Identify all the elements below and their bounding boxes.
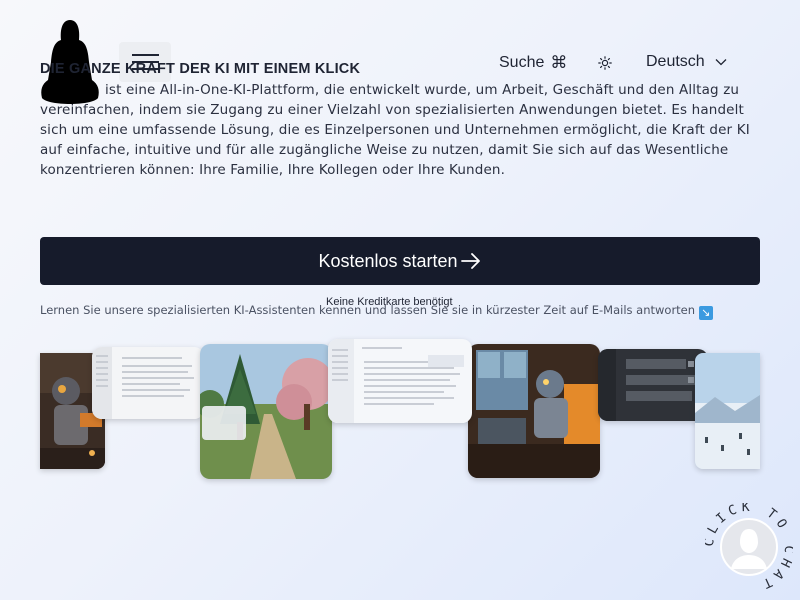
- chat-badge-graphic: CLICK TO CHAT: [702, 500, 792, 593]
- dark-screenshot-thumbnail: [598, 349, 708, 421]
- start-free-label: Kostenlos starten: [318, 250, 458, 271]
- forest-image-card[interactable]: [200, 344, 332, 479]
- assistant-screenshot-card[interactable]: [328, 339, 472, 423]
- language-select[interactable]: Deutsch: [646, 53, 727, 71]
- page-heading: DIE GANZE KRAFT DER KI MIT EINEM KLICK: [40, 61, 361, 77]
- app-screenshot-thumbnail: [92, 347, 204, 419]
- search-button[interactable]: Suche ⌘: [499, 53, 567, 73]
- assistant-screenshot-thumbnail: [328, 339, 472, 423]
- chat-badge-button[interactable]: CLICK TO CHAT: [702, 500, 793, 593]
- snow-landscape-illustration: [695, 353, 760, 469]
- language-label: Deutsch: [646, 53, 705, 70]
- arrow-down-right-icon: ↘: [698, 306, 713, 320]
- search-label: Suche: [499, 54, 545, 71]
- snow-landscape-image-card[interactable]: [695, 353, 760, 469]
- no-credit-card-note: Keine Kreditkarte benötigt: [326, 296, 453, 308]
- sun-icon: [598, 56, 612, 70]
- theme-toggle-button[interactable]: [596, 54, 614, 72]
- app-screenshot-card[interactable]: [92, 347, 204, 419]
- robot-workshop-illustration: [468, 344, 600, 478]
- start-free-button[interactable]: Kostenlos starten: [40, 237, 760, 285]
- dark-screenshot-card[interactable]: [598, 349, 708, 421]
- arrow-right-icon: [460, 253, 480, 269]
- chevron-down-icon: [715, 59, 727, 66]
- hamburger-icon-line: [131, 54, 159, 56]
- forest-path-illustration: [200, 344, 332, 479]
- robot-workshop-image-card[interactable]: [468, 344, 600, 478]
- command-key-icon: ⌘: [550, 53, 568, 73]
- intro-paragraph: ist eine All-in-One-KI-Plattform, die en…: [40, 82, 750, 178]
